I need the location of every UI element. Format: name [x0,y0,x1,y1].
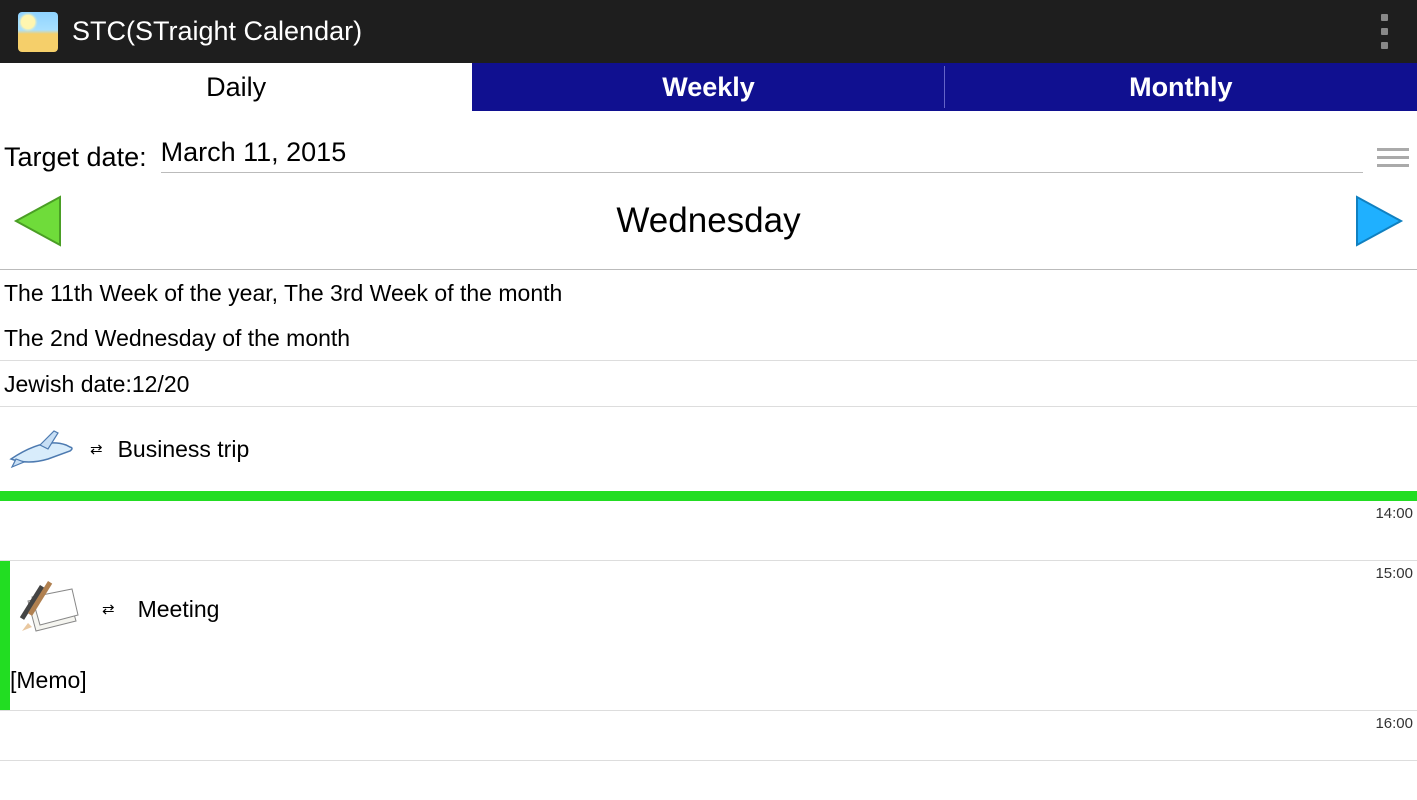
event-meeting-block[interactable]: 15:00 ⇄ Meeting [Memo] [0,561,1417,711]
day-navigation: Wednesday [0,173,1417,269]
prev-day-button[interactable] [8,191,68,251]
tab-daily-label: Daily [206,72,266,103]
repeat-icon: ⇄ [102,600,112,618]
time-label-15: 15:00 [1375,565,1413,582]
time-marker-bar [0,491,1417,501]
day-name: Wednesday [68,201,1349,241]
allday-event-row[interactable]: ⇄ Business trip [0,407,1417,491]
time-slot-16[interactable]: 16:00 [0,711,1417,761]
app-title: STC(STraight Calendar) [72,16,362,47]
tab-monthly-label: Monthly [1129,72,1232,103]
time-slot-14[interactable]: 14:00 [0,501,1417,561]
allday-event-title: Business trip [118,436,250,463]
time-label-14: 14:00 [1375,505,1413,522]
list-menu-icon[interactable] [1377,148,1409,167]
tab-weekly[interactable]: Weekly [472,63,944,111]
repeat-icon: ⇄ [90,440,100,458]
event-color-bar [0,561,10,710]
app-header: STC(STraight Calendar) [0,0,1417,63]
time-label-16: 16:00 [1375,715,1413,732]
tab-weekly-label: Weekly [662,72,755,103]
notes-icon [18,581,82,637]
next-day-button[interactable] [1349,191,1409,251]
airplane-icon [8,429,78,469]
target-date-value[interactable]: March 11, 2015 [161,137,1363,173]
tab-daily[interactable]: Daily [0,63,472,111]
target-date-row: Target date: March 11, 2015 [0,111,1417,173]
week-info-line1: The 11th Week of the year, The 3rd Week … [0,270,1417,315]
meeting-memo: [Memo] [0,645,1417,700]
tab-monthly[interactable]: Monthly [945,63,1417,111]
target-date-label: Target date: [4,142,147,173]
tab-strip: Daily Weekly Monthly [0,63,1417,111]
app-icon [18,12,58,52]
overflow-menu-icon[interactable] [1369,0,1399,63]
jewish-date-line: Jewish date:12/20 [0,361,1417,407]
meeting-title: Meeting [138,596,220,623]
week-info-line2: The 2nd Wednesday of the month [0,315,1417,361]
